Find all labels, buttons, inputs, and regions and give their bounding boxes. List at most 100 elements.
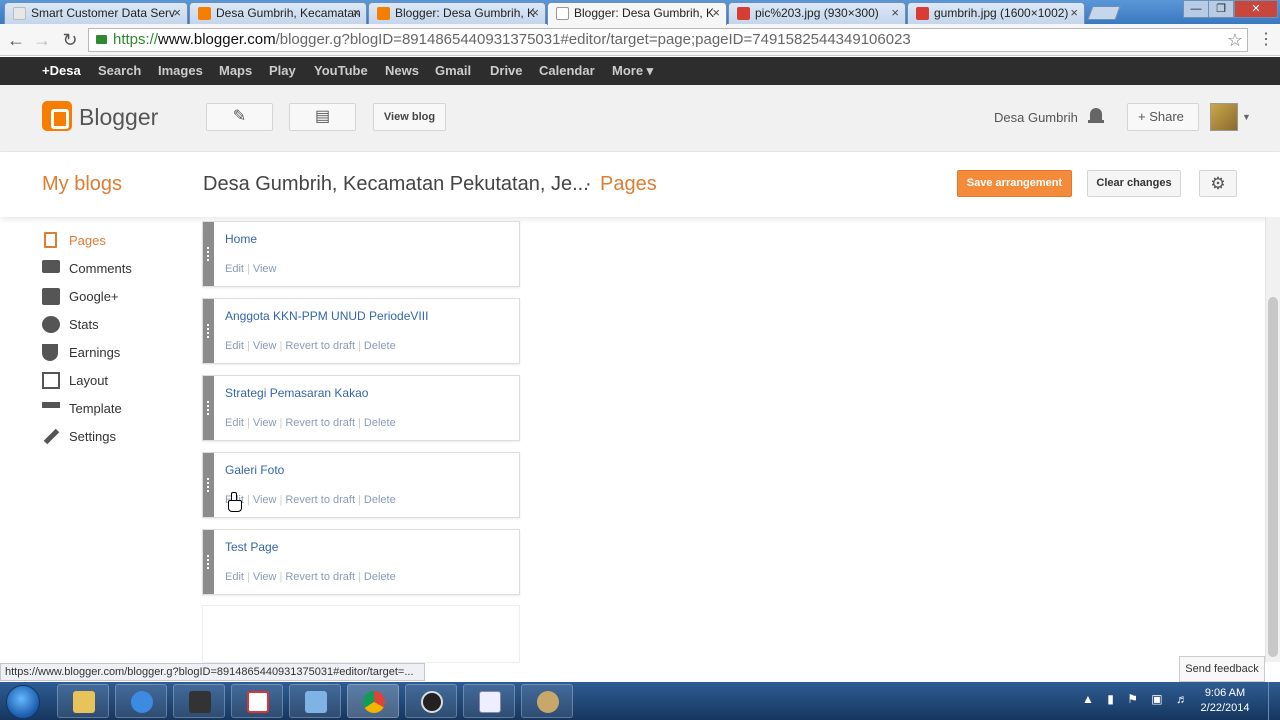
browser-tab-4-active[interactable]: Blogger: Desa Gumbrih, K × (547, 2, 727, 25)
browser-tab-1[interactable]: Smart Customer Data Serv × (4, 2, 188, 24)
taskbar-explorer[interactable] (57, 684, 109, 718)
gbar-item-gmail[interactable]: Gmail (435, 57, 471, 85)
view-blog-button[interactable]: View blog (373, 103, 446, 131)
send-feedback-button[interactable]: Send feedback (1179, 656, 1265, 682)
posts-list-button[interactable]: ▤ (289, 103, 356, 131)
sidebar-item-pages[interactable]: Pages (42, 231, 192, 251)
revert-to-draft-link[interactable]: Revert to draft (285, 494, 355, 506)
taskbar-chrome[interactable] (347, 684, 399, 718)
sidebar-item-earnings[interactable]: Earnings (42, 343, 192, 363)
taskbar-remote-desktop[interactable] (289, 684, 341, 718)
taskbar-clock[interactable]: 9:06 AM 2/22/2014 (1190, 686, 1260, 716)
blogger-logo-icon[interactable] (42, 101, 72, 131)
page-card[interactable]: Home Edit | View (202, 221, 520, 287)
back-arrow-icon[interactable]: ← (6, 30, 26, 50)
revert-to-draft-link[interactable]: Revert to draft (285, 571, 355, 583)
delete-link[interactable]: Delete (364, 494, 396, 506)
clear-changes-button[interactable]: Clear changes (1087, 170, 1181, 197)
page-card[interactable]: Anggota KKN-PPM UNUD PeriodeVIII Edit | Vi… (202, 298, 520, 364)
notification-bell-icon[interactable] (1088, 108, 1104, 126)
reload-icon[interactable]: ↻ (60, 30, 80, 50)
gbar-item-search[interactable]: Search (98, 57, 141, 85)
close-icon[interactable]: × (712, 3, 720, 23)
gbar-item-play[interactable]: Play (269, 57, 296, 85)
taskbar-document[interactable] (463, 684, 515, 718)
flag-icon[interactable]: ⚑ (1127, 692, 1138, 706)
window-close-button[interactable]: ✕ (1234, 0, 1278, 18)
page-title-link[interactable]: Anggota KKN-PPM UNUD PeriodeVIII (225, 309, 428, 323)
gbar-item-calendar[interactable]: Calendar (539, 57, 595, 85)
view-link[interactable]: View (253, 340, 277, 352)
drag-handle[interactable] (203, 530, 214, 594)
close-icon[interactable]: × (891, 3, 899, 23)
close-icon[interactable]: × (1070, 3, 1078, 23)
gbar-item-more[interactable]: More ▾ (612, 57, 653, 85)
gear-icon[interactable]: ⚙ (1199, 170, 1237, 197)
new-tab-button[interactable] (1087, 6, 1121, 20)
new-post-button[interactable]: ✎ (206, 103, 273, 131)
taskbar-app-red[interactable] (231, 684, 283, 718)
gbar-item-images[interactable]: Images (158, 57, 203, 85)
maximize-button[interactable]: ❐ (1208, 0, 1234, 18)
minimize-button[interactable]: — (1183, 0, 1209, 18)
view-link[interactable]: View (253, 263, 277, 275)
close-icon[interactable]: × (173, 3, 181, 23)
system-tray[interactable]: ▲ ▮ ⚑ ▣ ♬ (1082, 692, 1188, 706)
edit-link[interactable]: Edit (225, 417, 244, 429)
user-name[interactable]: Desa Gumbrih (994, 110, 1078, 125)
browser-menu-icon[interactable]: ⋮ (1258, 30, 1274, 50)
drag-handle[interactable] (203, 376, 214, 440)
windows-start-button[interactable] (6, 685, 40, 719)
view-link[interactable]: View (253, 494, 277, 506)
taskbar-obs[interactable] (405, 684, 457, 718)
taskbar-media-player[interactable] (173, 684, 225, 718)
my-blogs-link[interactable]: My blogs (42, 173, 122, 196)
drag-handle[interactable] (203, 222, 214, 286)
sidebar-item-comments[interactable]: Comments (42, 259, 192, 279)
delete-link[interactable]: Delete (364, 571, 396, 583)
browser-tab-2[interactable]: Desa Gumbrih, Kecamatan × (189, 2, 367, 24)
page-title-link[interactable]: Home (225, 232, 257, 246)
sidebar-item-template[interactable]: Template (42, 399, 192, 419)
page-scrollbar[interactable] (1265, 217, 1280, 662)
edit-link[interactable]: Edit (225, 571, 244, 583)
drag-handle[interactable] (203, 299, 214, 363)
sidebar-item-settings[interactable]: Settings (42, 427, 192, 447)
drag-handle[interactable] (203, 453, 214, 517)
blogger-wordmark[interactable]: Blogger (79, 104, 158, 131)
sidebar-item-google-plus[interactable]: Google+ (42, 287, 192, 307)
show-desktop-button[interactable] (1268, 682, 1280, 720)
chevron-down-icon[interactable]: ▼ (1242, 112, 1251, 122)
blog-name[interactable]: Desa Gumbrih, Kecamatan Pekutatan, Je... (203, 173, 589, 196)
page-card[interactable]: Strategi Pemasaran Kakao Edit | View | Rever… (202, 375, 520, 441)
page-title-link[interactable]: Test Page (225, 540, 278, 554)
bookmark-star-icon[interactable]: ☆ (1227, 29, 1243, 51)
delete-link[interactable]: Delete (364, 340, 396, 352)
close-icon[interactable]: × (531, 3, 539, 23)
gbar-item-profile[interactable]: +Desa (42, 57, 81, 85)
gbar-item-news[interactable]: News (385, 57, 419, 85)
page-title-link[interactable]: Galeri Foto (225, 463, 284, 477)
page-card[interactable]: Test Page Edit | View | Revert to draft | Dele… (202, 529, 520, 595)
revert-to-draft-link[interactable]: Revert to draft (285, 417, 355, 429)
scrollbar-thumb[interactable] (1268, 297, 1278, 657)
avatar[interactable] (1210, 103, 1238, 131)
taskbar-paint[interactable] (521, 684, 573, 718)
taskbar-internet-explorer[interactable] (115, 684, 167, 718)
page-card[interactable]: Galeri Foto Edit | View | Revert to draft | De… (202, 452, 520, 518)
gbar-item-drive[interactable]: Drive (490, 57, 523, 85)
usb-icon[interactable]: ▮ (1107, 692, 1114, 706)
gbar-item-maps[interactable]: Maps (219, 57, 252, 85)
browser-tab-5[interactable]: pic%203.jpg (930×300) × (728, 2, 906, 24)
revert-to-draft-link[interactable]: Revert to draft (285, 340, 355, 352)
save-arrangement-button[interactable]: Save arrangement (957, 170, 1072, 197)
tray-expand-icon[interactable]: ▲ (1082, 692, 1094, 706)
delete-link[interactable]: Delete (364, 417, 396, 429)
gbar-item-youtube[interactable]: YouTube (314, 57, 368, 85)
edit-link[interactable]: Edit (225, 263, 244, 275)
volume-icon[interactable]: ♬ (1176, 692, 1188, 706)
address-bar[interactable]: https://www.blogger.com/blogger.g?blogID… (88, 28, 1248, 52)
view-link[interactable]: View (253, 417, 277, 429)
sidebar-item-layout[interactable]: Layout (42, 371, 192, 391)
close-icon[interactable]: × (352, 3, 360, 23)
